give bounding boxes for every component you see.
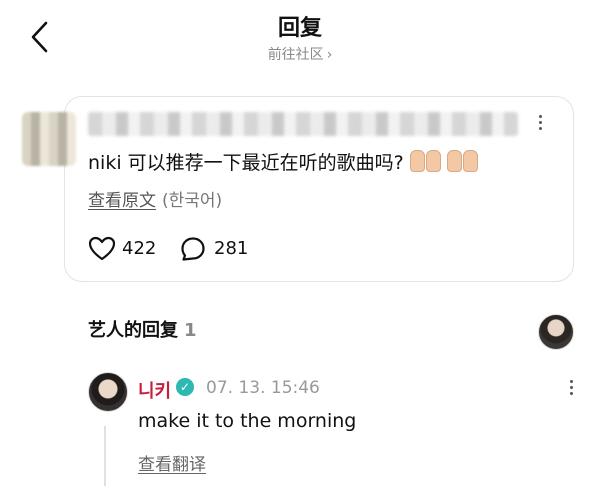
more-vertical-icon[interactable] [534,112,546,138]
blurred-username [88,112,518,136]
like-count: 422 [122,238,157,259]
blurred-avatar[interactable] [22,112,76,166]
reply-more-vertical-icon[interactable] [565,377,577,403]
reply-timestamp: 07. 13. 15:46 [206,378,320,398]
palms-up-hands-icon [409,150,479,177]
see-original-link[interactable]: 查看原文 [88,191,156,211]
see-original-row: 查看原文 (한국어) [88,186,222,211]
artist-reply-heading: 艺人的回复 1 [88,316,197,342]
chevron-right-icon: › [326,47,333,63]
go-to-community-label: 前往社区 [267,47,324,63]
original-language: (한국어) [162,191,223,211]
artist-avatar-small[interactable] [538,314,574,350]
reply-text: make it to the morning [138,410,357,432]
reply-author-name[interactable]: 니키 [138,377,171,403]
post-text-content: niki 可以推荐一下最近在听的歌曲吗? [88,152,404,174]
artist-reply-count: 1 [184,320,197,341]
go-to-community-link[interactable]: 前往社区 › [0,44,600,64]
page-title: 回复 [277,16,322,41]
reply-avatar[interactable] [88,372,128,412]
thread-line [104,426,106,486]
comment-bubble-icon[interactable] [180,236,206,262]
post-text: niki 可以推荐一下最近在听的歌曲吗? [88,148,479,177]
comment-count: 281 [214,238,249,259]
heart-icon[interactable] [88,236,116,262]
translate-link[interactable]: 查看翻译 [138,450,206,475]
verified-check-icon: ✓ [176,378,194,396]
artist-reply-title: 艺人的回复 [88,320,178,341]
